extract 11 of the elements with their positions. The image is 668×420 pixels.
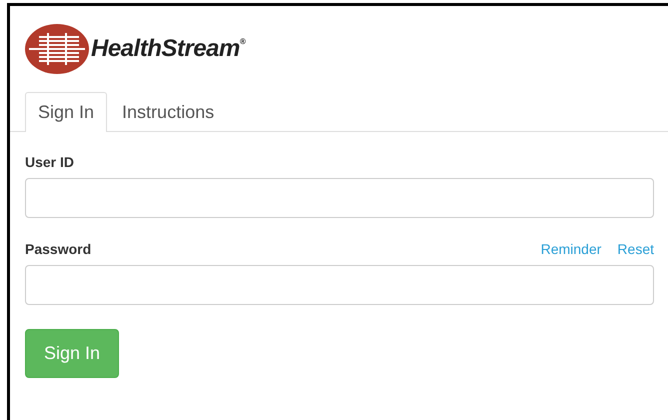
- brand-name: HealthStream$^{®}$: [91, 35, 246, 63]
- logo-icon: [25, 24, 89, 74]
- tab[interactable]: Instructions: [109, 92, 228, 132]
- password-field[interactable]: [25, 265, 654, 305]
- sign-in-button[interactable]: Sign In: [25, 329, 120, 378]
- field-label: Password: [25, 241, 92, 257]
- user-id-field[interactable]: [25, 178, 654, 218]
- link[interactable]: Reminder: [540, 241, 602, 257]
- link[interactable]: Reset: [617, 241, 654, 257]
- field-label: User ID: [25, 154, 74, 170]
- tab[interactable]: Sign In: [25, 92, 108, 132]
